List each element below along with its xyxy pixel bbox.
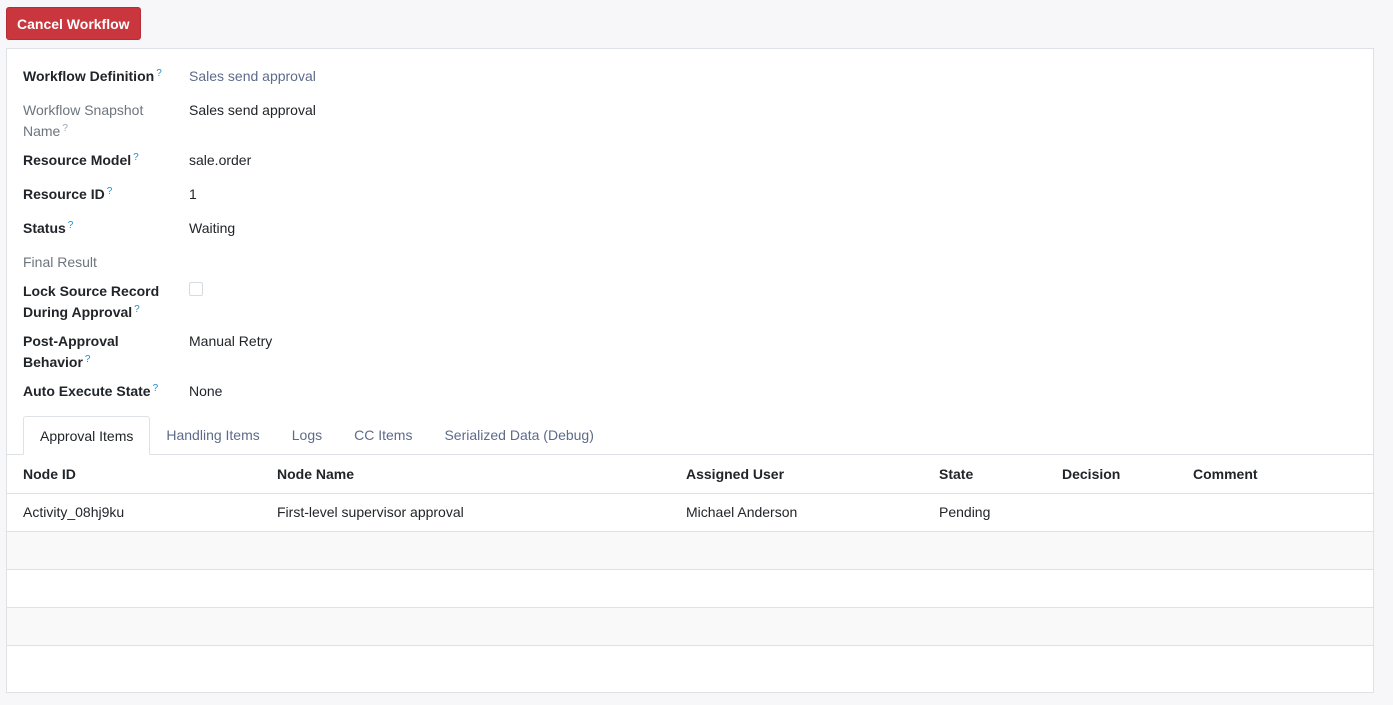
field-label: Workflow Snapshot Name? — [23, 100, 189, 142]
column-header-node-name[interactable]: Node Name — [261, 455, 670, 494]
column-header-comment[interactable]: Comment — [1177, 455, 1373, 494]
field-label-text: Behavior — [23, 354, 83, 370]
field-label: Status? — [23, 218, 189, 239]
field-label: Lock Source Record During Approval? — [23, 281, 189, 323]
field-label-text: Name — [23, 123, 61, 139]
approval-items-table: Node ID Node Name Assigned User State De… — [7, 455, 1373, 683]
cell-node-id: Activity_08hj9ku — [7, 493, 261, 532]
column-header-decision[interactable]: Decision — [1046, 455, 1177, 494]
field-label-text: Workflow Snapshot — [23, 102, 144, 118]
field-label-text: Status — [23, 220, 66, 236]
toolbar: Cancel Workflow — [6, 7, 141, 40]
field-auto-execute: Auto Execute State? None — [23, 381, 623, 402]
field-label-text: Post-Approval — [23, 333, 119, 349]
field-lock-source: Lock Source Record During Approval? — [23, 281, 623, 323]
field-label-text: During Approval — [23, 304, 133, 320]
empty-cell — [7, 531, 1373, 570]
tab-approval-items[interactable]: Approval Items — [23, 416, 151, 455]
field-workflow-definition: Workflow Definition? Sales send approval — [23, 66, 623, 87]
field-resource-model: Resource Model? sale.order — [23, 150, 623, 171]
column-header-assigned-user[interactable]: Assigned User — [670, 455, 923, 494]
help-icon[interactable]: ? — [156, 68, 162, 79]
empty-cell — [7, 569, 1373, 608]
tab-serialized-data[interactable]: Serialized Data (Debug) — [428, 416, 609, 455]
help-icon[interactable]: ? — [107, 186, 113, 197]
empty-cell — [7, 645, 1373, 683]
field-resource-id: Resource ID? 1 — [23, 184, 623, 205]
help-icon[interactable]: ? — [85, 354, 91, 365]
field-label: Post-Approval Behavior? — [23, 331, 189, 373]
field-label-text: Resource ID — [23, 186, 105, 202]
notebook-tabs: Approval Items Handling Items Logs CC It… — [23, 416, 610, 455]
status-value: Waiting — [189, 220, 236, 236]
field-label-text: Workflow Definition — [23, 68, 155, 84]
cell-decision — [1046, 493, 1177, 532]
snapshot-name-value: Sales send approval — [189, 102, 316, 118]
cell-comment — [1177, 493, 1373, 532]
field-label: Final Result — [23, 254, 97, 270]
field-label: Auto Execute State? — [23, 381, 189, 402]
workflow-definition-link[interactable]: Sales send approval — [189, 66, 316, 87]
field-snapshot-name: Workflow Snapshot Name? Sales send approv… — [23, 100, 623, 142]
field-label: Resource ID? — [23, 184, 189, 205]
help-icon[interactable]: ? — [153, 383, 159, 394]
empty-row — [7, 531, 1373, 570]
cell-assigned-user: Michael Anderson — [670, 493, 923, 532]
help-icon[interactable]: ? — [68, 220, 74, 231]
post-approval-value: Manual Retry — [189, 333, 273, 349]
empty-row — [7, 645, 1373, 683]
field-label: Workflow Definition? — [23, 66, 189, 87]
field-label-text: Auto Execute State — [23, 383, 151, 399]
empty-row — [7, 569, 1373, 608]
form-sheet: Workflow Definition? Sales send approval… — [6, 48, 1374, 693]
tab-cc-items[interactable]: CC Items — [338, 416, 428, 455]
field-final-result: Final Result — [23, 252, 623, 273]
table-header-row: Node ID Node Name Assigned User State De… — [7, 455, 1373, 494]
field-label: Resource Model? — [23, 150, 189, 171]
empty-cell — [7, 607, 1373, 646]
column-header-state[interactable]: State — [923, 455, 1046, 494]
help-icon[interactable]: ? — [62, 123, 68, 134]
auto-execute-value: None — [189, 383, 223, 399]
empty-row — [7, 607, 1373, 646]
field-label-text: Lock Source Record — [23, 283, 160, 299]
field-label-text: Resource Model — [23, 152, 132, 168]
resource-id-value: 1 — [189, 186, 197, 202]
column-header-node-id[interactable]: Node ID — [7, 455, 261, 494]
tab-handling-items[interactable]: Handling Items — [150, 416, 275, 455]
field-post-approval: Post-Approval Behavior? Manual Retry — [23, 331, 623, 373]
help-icon[interactable]: ? — [133, 152, 139, 163]
table-row[interactable]: Activity_08hj9ku First-level supervisor … — [7, 493, 1373, 532]
field-status: Status? Waiting — [23, 218, 623, 239]
help-icon[interactable]: ? — [134, 304, 140, 315]
lock-source-checkbox[interactable] — [189, 282, 203, 296]
cell-node-name: First-level supervisor approval — [261, 493, 670, 532]
tab-logs[interactable]: Logs — [276, 416, 338, 455]
cancel-workflow-button[interactable]: Cancel Workflow — [6, 7, 141, 40]
cell-state: Pending — [923, 493, 1046, 532]
resource-model-value: sale.order — [189, 152, 252, 168]
